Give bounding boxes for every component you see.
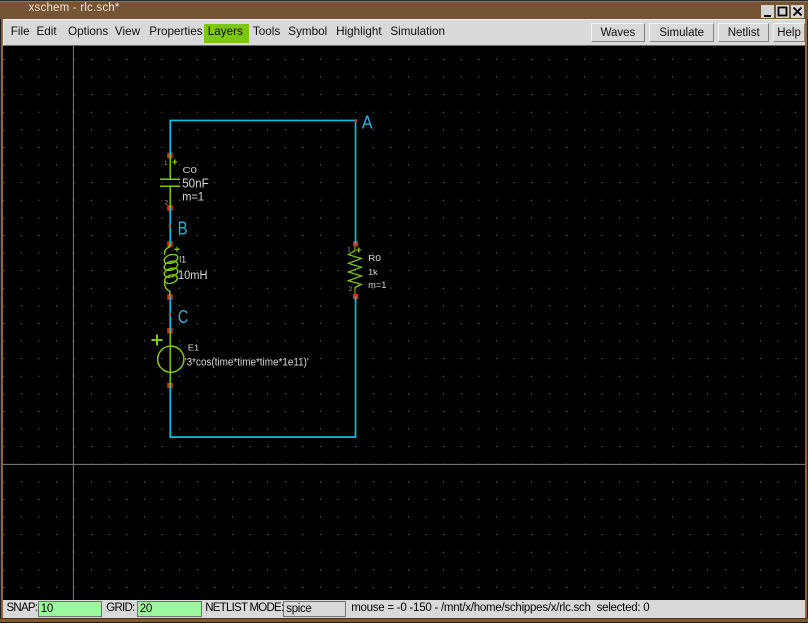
svg-text:C0: C0 [183,165,198,175]
svg-text:50nF: 50nF [182,177,209,191]
svg-text:m=1: m=1 [182,190,204,204]
svg-text:C: C [178,307,189,327]
svg-text:R0: R0 [368,253,381,263]
svg-text:1k: 1k [368,267,379,277]
svg-text:l1: l1 [179,255,186,265]
svg-text:2: 2 [349,286,353,293]
svg-text:B: B [178,218,188,239]
svg-text:'3*cos(time*time*time*1e11)': '3*cos(time*time*time*1e11)' [185,356,309,368]
svg-text:2: 2 [164,199,168,206]
svg-text:1: 1 [347,247,351,254]
svg-text:A: A [362,111,373,132]
svg-text:E1: E1 [188,342,200,352]
svg-text:10mH: 10mH [178,268,208,282]
svg-text:m=1: m=1 [368,280,386,290]
svg-text:1: 1 [164,160,168,167]
